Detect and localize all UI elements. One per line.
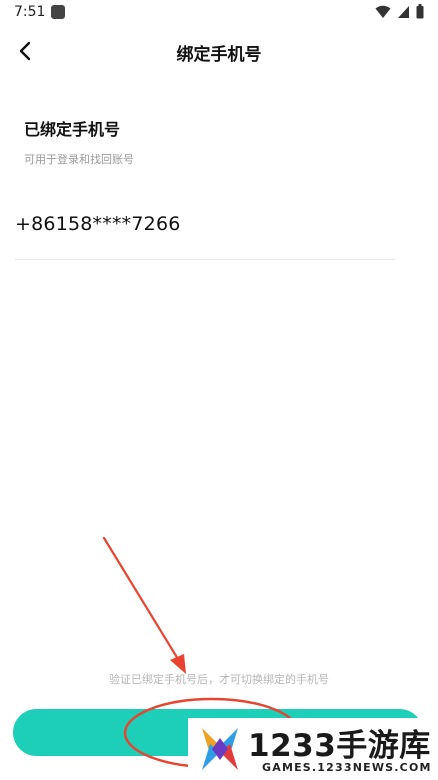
page-title: 绑定手机号 [176, 45, 262, 65]
bound-phone-title: 已绑定手机号 [24, 120, 121, 139]
status-time: 7:51 [14, 4, 46, 20]
app-notification-icon [51, 5, 65, 19]
status-bar: 7:51 [0, 0, 438, 26]
game-library-logo-icon [202, 728, 238, 770]
switch-phone-hint: 验证已绑定手机号后，才可切换绑定的手机号 [109, 673, 329, 686]
status-icons [375, 4, 424, 19]
battery-icon [416, 4, 424, 19]
watermark-brand: 1233手游库 [248, 728, 431, 764]
watermark-site: GAMES.1233NEWS.COM [262, 761, 432, 774]
bound-phone-description: 可用于登录和找回账号 [24, 153, 134, 166]
wifi-icon [375, 5, 391, 18]
watermark: 1233手游库 GAMES.1233NEWS.COM [188, 718, 438, 780]
bound-phone-number: +86158****7266 [15, 213, 181, 235]
header: 绑定手机号 [0, 30, 438, 72]
signal-icon [398, 5, 409, 18]
divider [15, 259, 395, 260]
annotation-arrow-line [102, 536, 183, 666]
